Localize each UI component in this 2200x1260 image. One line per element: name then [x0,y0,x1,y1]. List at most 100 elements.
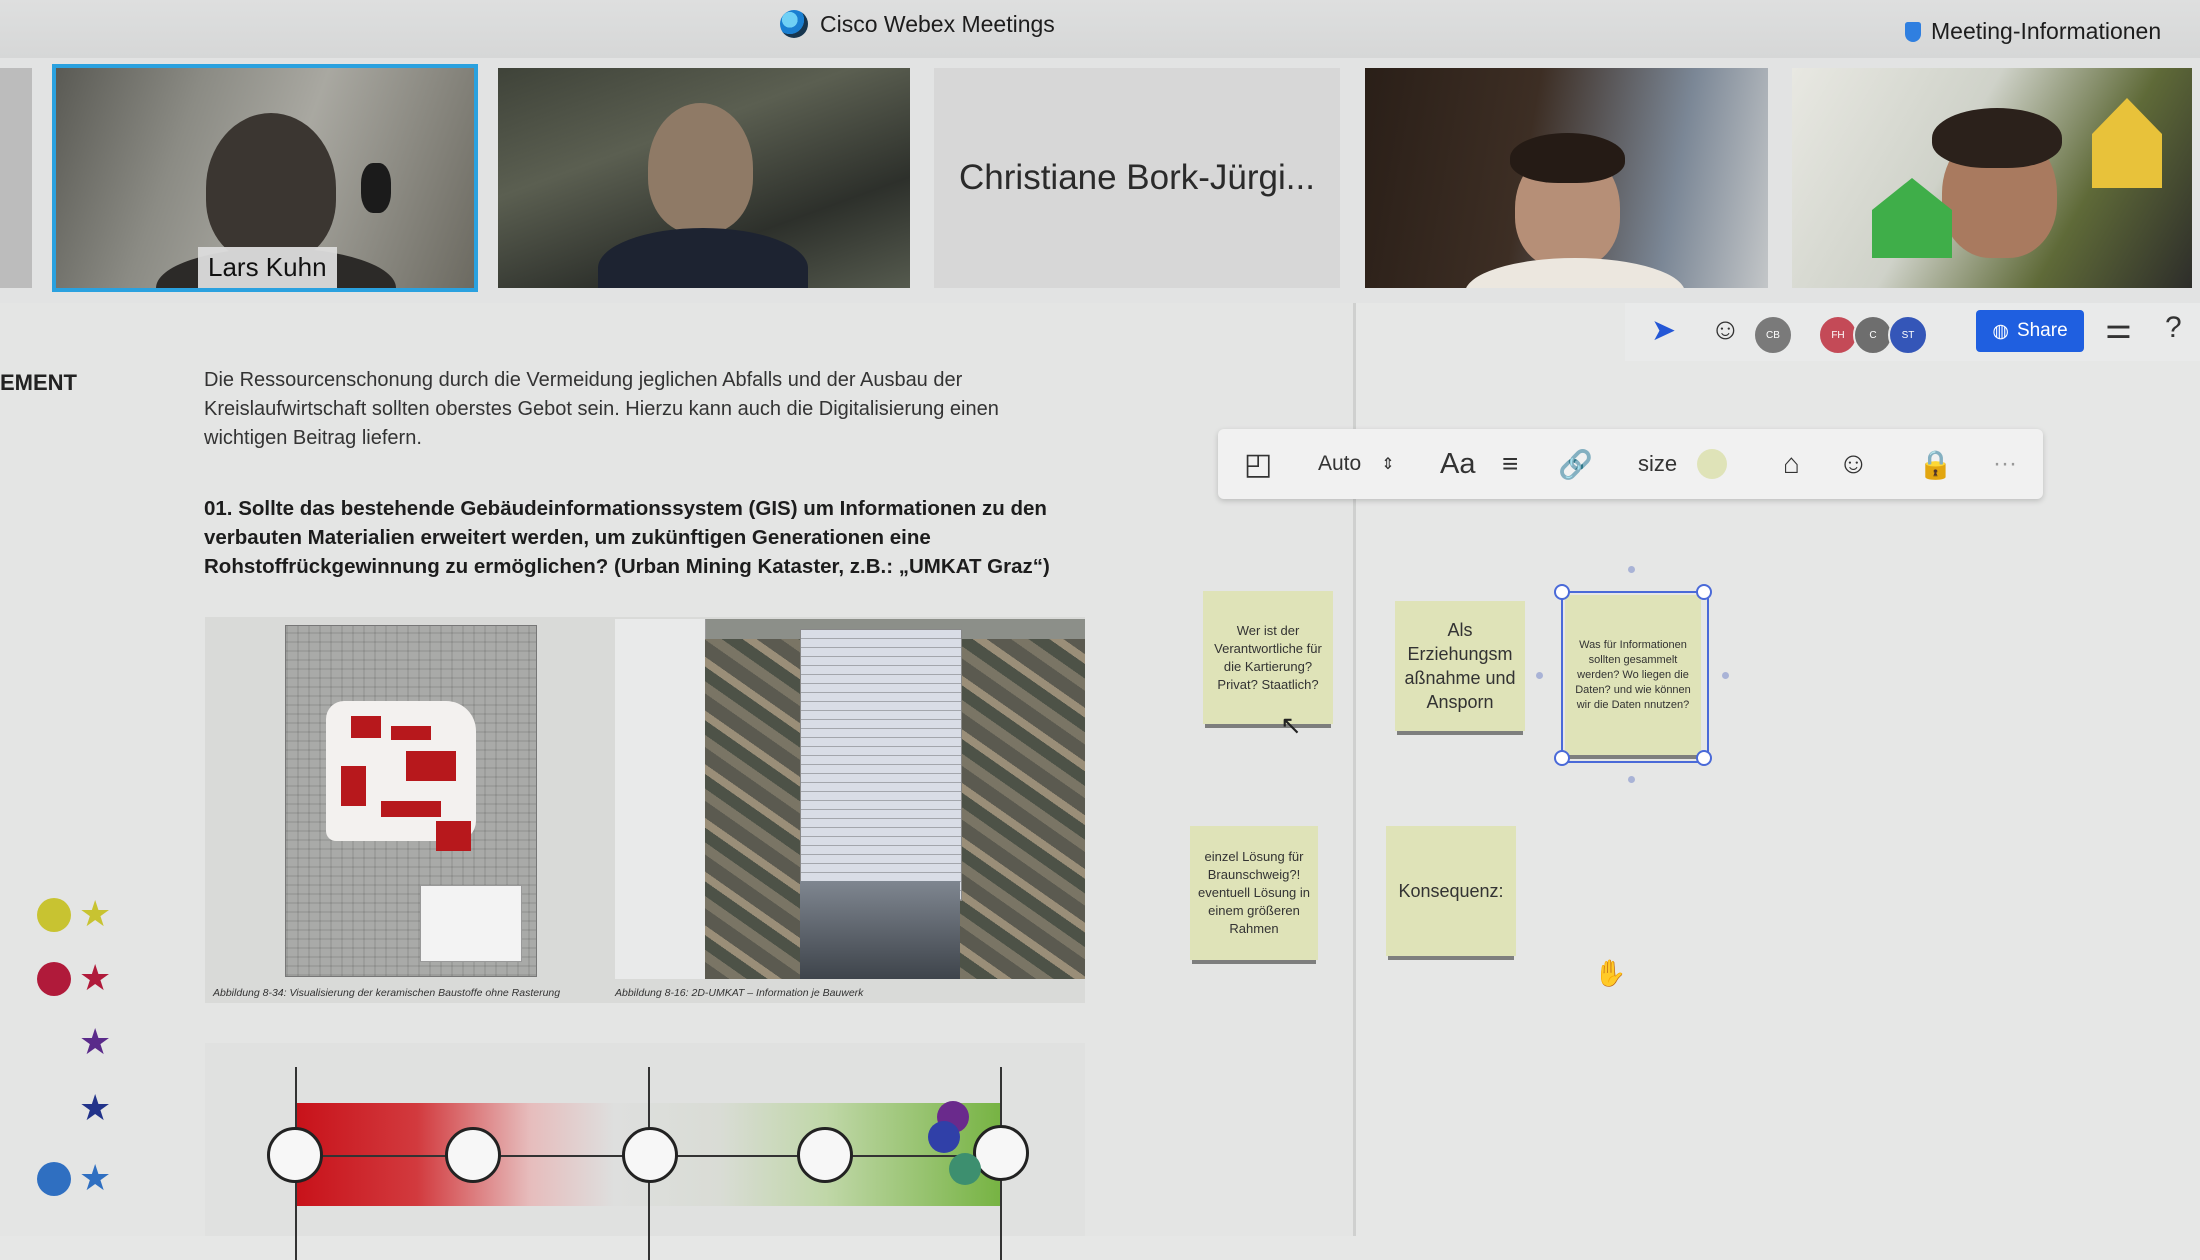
size-label: size [1638,451,1678,476]
sticky-format-toolbar: ◰ Auto ⇕ Aa ≡ 🔗 size ⌂ ☺ 🔒 ··· [1218,429,2043,499]
building-photo [800,881,960,979]
blue-star-icon[interactable]: ★ [79,1160,111,1196]
sticky-note-text: Wer ist der Verantwortliche für die Kart… [1214,622,1322,692]
title-bar: Cisco Webex Meetings Meeting-Information… [0,0,2200,59]
participant-name-label: Lars Kuhn [198,247,337,288]
settings-sliders-icon[interactable]: ⚌ [2105,311,2132,346]
meeting-info-button[interactable]: Meeting-Informationen [1905,18,2161,45]
resize-handle[interactable] [1554,750,1570,766]
headset-icon [361,163,391,213]
sticky-note[interactable]: einzel Lösung für Braunschweig?! eventue… [1190,826,1318,960]
rating-option-3[interactable] [622,1127,678,1183]
red-star-icon[interactable]: ★ [79,960,111,996]
video-tile-partial[interactable] [0,68,32,288]
collaboration-bar: ➤ ☺ CB FH C ST ⚌ ? [1625,303,2200,361]
figure-caption-right: Abbildung 8-16: 2D-UMKAT – Information j… [615,987,864,999]
avatar[interactable]: C [1853,315,1893,355]
connector-dot[interactable] [1536,672,1543,679]
building-block [351,716,381,738]
size-control[interactable]: size [1638,429,1728,499]
video-strip: Lars Kuhn Christiane Bork-Jürgi... [0,58,2200,303]
resize-handle[interactable] [1554,584,1570,600]
sticky-note[interactable]: Konsequenz: [1386,826,1516,956]
help-icon[interactable]: ? [2165,311,2182,345]
navy-star-icon[interactable]: ★ [79,1090,111,1126]
participant-name-placeholder: Christiane Bork-Jürgi... [959,158,1315,197]
font-mode-select[interactable]: Auto ⇕ [1318,429,1395,499]
map-umkat-2d [615,619,1085,979]
house-decoration [2092,98,2162,188]
rating-option-5[interactable] [973,1125,1029,1181]
red-dot-icon[interactable] [37,962,71,996]
tag-icon[interactable]: ⌂ [1783,429,1800,499]
align-icon[interactable]: ≡ [1502,429,1518,499]
color-swatch[interactable] [1697,449,1728,479]
link-icon[interactable]: 🔗 [1558,429,1593,499]
add-reaction-icon[interactable]: ☺ [1710,313,1741,347]
stepper-icon: ⇕ [1381,456,1395,473]
building-block [381,801,441,817]
vote-marker[interactable] [928,1121,960,1153]
sticky-note-text: Als Erziehungsm aßnahme und Ansporn [1404,620,1516,712]
participant-hair [1932,108,2062,168]
vote-marker[interactable] [949,1153,981,1185]
hand-cursor-icon: ✋ [1594,958,1627,988]
app-title-text: Cisco Webex Meetings [820,10,1055,37]
video-tile-lars-kuhn[interactable]: Lars Kuhn [52,64,478,292]
globe-icon: ◍ [1992,320,2009,342]
webex-logo-icon [780,10,808,38]
resize-handle[interactable] [1696,750,1712,766]
sticky-note[interactable]: Als Erziehungsm aßnahme und Ansporn [1395,601,1525,731]
participant-silhouette [206,113,336,263]
participant-hair [1510,133,1625,183]
font-mode-value: Auto [1318,452,1362,475]
blue-dot-icon[interactable] [37,1162,71,1196]
video-tile-participant-4[interactable] [1365,68,1768,288]
resize-handle[interactable] [1696,584,1712,600]
house-decoration [1872,178,1952,258]
sticky-note[interactable]: Wer ist der Verantwortliche für die Kart… [1203,591,1333,724]
figure-caption-left: Abbildung 8-34: Visualisierung der keram… [213,987,561,999]
document-question: 01. Sollte das bestehende Gebäudeinforma… [204,497,1050,578]
emoji-icon[interactable]: ☺ [1838,429,1869,499]
sticky-note-text: Konsequenz: [1398,881,1504,901]
share-button[interactable]: ◍ Share [1976,310,2084,352]
avatar[interactable]: ST [1888,315,1928,355]
building-block [391,726,431,740]
video-tile-participant-2[interactable] [498,68,910,288]
purple-star-icon[interactable]: ★ [79,1024,111,1060]
video-tile-christiane[interactable]: Christiane Bork-Jürgi... [934,68,1340,288]
participant-silhouette [648,103,753,233]
cursor-follow-icon[interactable]: ➤ [1651,313,1676,348]
building-block [436,821,471,851]
attribute-table [800,629,962,901]
sticky-note-icon[interactable]: ◰ [1244,429,1272,499]
section-heading: EMENT [0,370,77,395]
connector-dot[interactable] [1628,776,1635,783]
video-tile-participant-5[interactable] [1792,68,2192,288]
lock-icon[interactable]: 🔒 [1918,429,1953,499]
rating-option-4[interactable] [797,1127,853,1183]
selection-frame [1561,591,1709,763]
building-block [406,751,456,781]
yellow-dot-icon[interactable] [37,898,71,932]
participant-body [598,228,808,288]
more-options-button[interactable]: ··· [1993,429,2017,499]
app-title: Cisco Webex Meetings [780,10,1055,38]
connector-dot[interactable] [1722,672,1729,679]
building-block [341,766,366,806]
sticky-note-text: einzel Lösung für Braunschweig?! eventue… [1197,849,1311,936]
text-style-button[interactable]: Aa [1440,429,1475,499]
yellow-star-icon[interactable]: ★ [79,896,111,932]
avatar[interactable]: FH [1818,315,1858,355]
map-ceramic-materials [285,625,537,977]
share-button-label: Share [2016,320,2068,341]
map-legend [420,885,522,962]
avatar[interactable]: CB [1753,315,1793,355]
document-intro-text: Die Ressourcenschonung durch die Vermeid… [204,369,999,449]
connector-dot[interactable] [1628,566,1635,573]
document-figure: Abbildung 8-34: Visualisierung der keram… [205,617,1085,1003]
gis-tool-panel [615,619,706,979]
rating-option-2[interactable] [445,1127,501,1183]
rating-option-1[interactable] [267,1127,323,1183]
